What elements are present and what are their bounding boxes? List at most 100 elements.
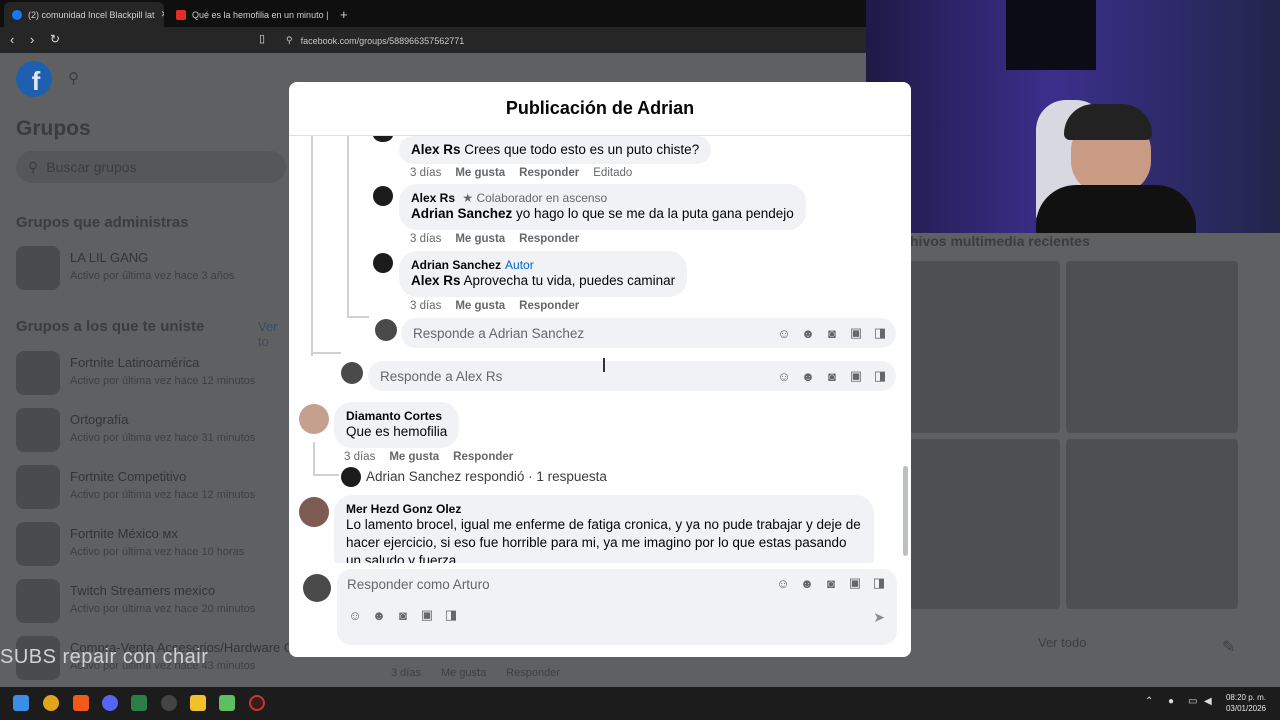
media-thumbnail[interactable]: [1066, 439, 1238, 609]
sticker-icon[interactable]: ◨: [872, 368, 888, 384]
reply-input-adrian[interactable]: Responde a Adrian Sanchez ☺ ☻ ◙ ▣ ◨: [401, 318, 896, 348]
camera-icon[interactable]: ◙: [824, 325, 840, 341]
sticker-icon[interactable]: ◨: [871, 575, 887, 591]
emoji-icon[interactable]: ☻: [800, 325, 816, 341]
obs-icon[interactable]: [161, 695, 177, 711]
avatar[interactable]: [341, 467, 361, 487]
camera-icon[interactable]: ◙: [824, 368, 840, 384]
windows-start-icon[interactable]: [13, 695, 29, 711]
store-icon[interactable]: [131, 695, 147, 711]
like-button[interactable]: Me gusta: [455, 300, 505, 312]
gif-icon[interactable]: ▣: [419, 607, 435, 623]
comment-author[interactable]: Mer Hezd Gonz Olez: [346, 502, 862, 516]
microphone-icon[interactable]: ●: [1168, 696, 1174, 707]
mention-link[interactable]: Alex Rs: [411, 273, 461, 288]
avatar-sticker-icon[interactable]: ☺: [776, 368, 792, 384]
scrollbar[interactable]: [903, 466, 908, 556]
site-info-icon[interactable]: ⚲: [286, 35, 293, 46]
user-avatar[interactable]: [341, 362, 363, 384]
network-icon[interactable]: ▭: [1188, 696, 1197, 707]
main-comment-input[interactable]: Responder como Arturo ☺ ☻ ◙ ▣ ◨ ☺ ☻ ◙ ▣ …: [337, 569, 897, 645]
tab-facebook[interactable]: (2) comunidad Incel Blackpill lat ✕: [4, 2, 164, 27]
tray-chevron-icon[interactable]: ⌃: [1145, 696, 1153, 707]
groups-search-input[interactable]: ⚲ Buscar grupos: [16, 151, 286, 183]
reply-button[interactable]: Responder: [519, 300, 579, 312]
like-button[interactable]: Me gusta: [389, 451, 439, 463]
comment-time[interactable]: 3 días: [410, 167, 441, 179]
volume-icon[interactable]: ◀: [1204, 696, 1212, 707]
comment-author[interactable]: Adrian Sanchez: [411, 258, 501, 272]
group-activity: Activo por última vez hace 31 minutos: [70, 432, 256, 444]
group-item[interactable]: Twitch Streamers mexico Activo por últim…: [16, 579, 290, 625]
send-icon[interactable]: ➤: [873, 609, 885, 626]
emoji-icon[interactable]: ☻: [800, 368, 816, 384]
avatar[interactable]: [373, 136, 393, 142]
reload-icon[interactable]: ↻: [50, 32, 60, 46]
back-icon[interactable]: ‹: [10, 32, 14, 47]
webcam-overlay: [866, 0, 1280, 233]
forward-icon[interactable]: ›: [30, 32, 34, 47]
edit-icon[interactable]: ✎: [1222, 637, 1235, 657]
media-thumbnail[interactable]: [910, 261, 1060, 433]
camera-icon[interactable]: ◙: [823, 575, 839, 591]
gif-icon[interactable]: ▣: [848, 368, 864, 384]
new-tab-button[interactable]: +: [332, 2, 356, 27]
user-avatar[interactable]: [303, 574, 331, 602]
app-icon[interactable]: [43, 695, 59, 711]
comments-scroll-area[interactable]: Alex Rs Crees que todo esto es un puto c…: [289, 136, 911, 563]
avatar[interactable]: [299, 404, 329, 434]
emoji-icon[interactable]: ☻: [799, 575, 815, 591]
brave-browser-icon[interactable]: [73, 695, 89, 711]
see-all-media-link[interactable]: Ver todo: [1038, 635, 1086, 650]
comment-time[interactable]: 3 días: [410, 300, 441, 312]
group-thumbnail: [16, 246, 60, 290]
media-thumbnail[interactable]: [910, 439, 1060, 609]
bookmark-icon[interactable]: ▯: [259, 32, 265, 45]
discord-icon[interactable]: [102, 695, 118, 711]
ghost-time: 3 días: [391, 667, 421, 679]
close-tab-icon[interactable]: ✕: [161, 9, 164, 20]
comment-author[interactable]: Alex Rs: [411, 191, 455, 205]
sticker-icon[interactable]: ◨: [872, 325, 888, 341]
view-replies-link[interactable]: Adrian Sanchez respondió · 1 respuesta: [366, 469, 607, 484]
group-item[interactable]: LA LIL GANG Activo por última vez hace 3…: [16, 246, 290, 292]
camera-icon[interactable]: ◙: [395, 607, 411, 623]
mention-link[interactable]: Adrian Sanchez: [411, 206, 512, 221]
comment-time[interactable]: 3 días: [410, 233, 441, 245]
reply-button[interactable]: Responder: [453, 451, 513, 463]
group-item[interactable]: Fortnite México мх Activo por última vez…: [16, 522, 290, 568]
thread-line: [311, 136, 313, 356]
comment-actions: 3 días Me gusta Responder: [344, 451, 513, 463]
see-all-link[interactable]: Ver to: [258, 319, 290, 349]
reply-button[interactable]: Responder: [519, 233, 579, 245]
group-item[interactable]: Fortnite Latinoamérica Activo por última…: [16, 351, 290, 397]
avatar-sticker-icon[interactable]: ☺: [775, 575, 791, 591]
comment-author[interactable]: Diamanto Cortes: [346, 409, 447, 423]
reply-input-alex[interactable]: Responde a Alex Rs ☺ ☻ ◙ ▣ ◨: [368, 361, 896, 391]
group-item[interactable]: Fortnite Competitivo Activo por última v…: [16, 465, 290, 511]
avatar-sticker-icon[interactable]: ☺: [347, 607, 363, 623]
media-thumbnail[interactable]: [1066, 261, 1238, 433]
avatar-sticker-icon[interactable]: ☺: [776, 325, 792, 341]
avatar[interactable]: [299, 497, 329, 527]
game-controller-icon[interactable]: [219, 695, 235, 711]
gif-icon[interactable]: ▣: [847, 575, 863, 591]
address-bar[interactable]: ⚲ facebook.com/groups/588966357562771: [280, 32, 866, 49]
like-button[interactable]: Me gusta: [455, 167, 505, 179]
emoji-icon[interactable]: ☻: [371, 607, 387, 623]
file-explorer-icon[interactable]: [190, 695, 206, 711]
reply-button[interactable]: Responder: [519, 167, 579, 179]
gif-icon[interactable]: ▣: [848, 325, 864, 341]
avatar[interactable]: [373, 253, 393, 273]
user-avatar[interactable]: [375, 319, 397, 341]
clock[interactable]: 08:20 p. m. 03/01/2026: [1226, 692, 1266, 714]
group-item[interactable]: Ortografía Activo por última vez hace 31…: [16, 408, 290, 454]
like-button[interactable]: Me gusta: [455, 233, 505, 245]
comment-time[interactable]: 3 días: [344, 451, 375, 463]
app-icon[interactable]: [249, 695, 265, 711]
group-activity: Activo por última vez hace 20 minutos: [70, 603, 256, 615]
comment-author[interactable]: Alex Rs: [411, 142, 461, 157]
avatar[interactable]: [373, 186, 393, 206]
tab-youtube[interactable]: Qué es la hemofilia en un minuto | Ja: [168, 2, 328, 27]
sticker-icon[interactable]: ◨: [443, 607, 459, 623]
